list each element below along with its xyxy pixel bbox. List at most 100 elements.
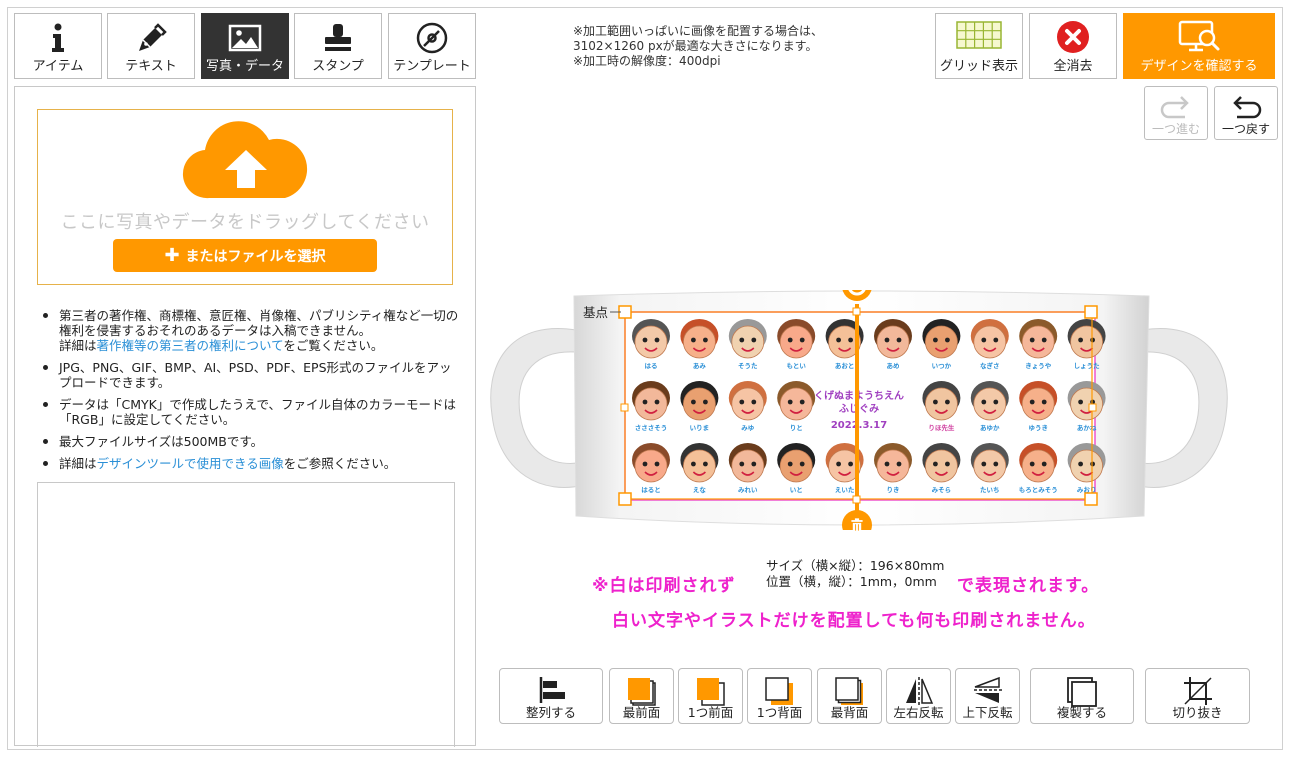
resize-handle-bottom[interactable] xyxy=(852,495,861,504)
warning-text: ※白は印刷されず xyxy=(592,576,736,596)
align-label: 整列する xyxy=(525,705,576,720)
placed-artwork[interactable]: はる あみ そうた もとい あおと あめ いつか なぎさ きょうや しょうたはると えな みれい いと え… xyxy=(624,311,1106,501)
upload-notes: 第三者の著作権、商標権、意匠権、肖像権、パブリシティ権など一切の権利を侵害するお… xyxy=(39,308,459,478)
clear-all-button[interactable]: 全消去 xyxy=(1029,13,1117,79)
info-icon xyxy=(52,23,64,52)
note-line: 3102×1260 pxが最適な大きさになります。 xyxy=(573,39,818,53)
child-name-label: あおと xyxy=(835,361,855,370)
position-readout: 位置（横，縦）：1mm，0mm xyxy=(766,574,937,589)
child-name-label: えな xyxy=(693,485,707,494)
child-name-label: もとい xyxy=(787,362,807,370)
note-text: 第三者の著作権、商標権、意匠権、肖像権、パブリシティ権など一切の権利を侵害するお… xyxy=(59,308,459,338)
flip-vertical-button[interactable]: 上下反転 xyxy=(955,668,1020,724)
tab-text[interactable]: テキスト xyxy=(107,13,195,79)
template-icon xyxy=(416,22,448,54)
resize-handle-right[interactable] xyxy=(1088,403,1097,412)
child-name-label: はる xyxy=(645,362,658,370)
copyright-link[interactable]: 著作権等の第三者の権利について xyxy=(97,338,284,353)
child-name-label: あめ xyxy=(887,361,901,370)
tab-photo-data[interactable]: 写真・データ xyxy=(201,13,289,79)
note-line: ※加工時の解像度：400dpi xyxy=(573,54,721,68)
child-name-label: いと xyxy=(790,486,803,494)
flip-vertical-label: 上下反転 xyxy=(962,705,1013,720)
child-name-label: みそら xyxy=(932,486,952,494)
upload-panel: ここに写真やデータをドラッグしてください ✚ またはファイルを選択 第三者の著作… xyxy=(14,86,476,747)
tab-photo-data-label: 写真・データ xyxy=(205,59,284,74)
align-button[interactable]: 整列する xyxy=(499,668,603,724)
grid-toggle-button[interactable]: グリッド表示 xyxy=(935,13,1023,79)
list-item: 詳細はデザインツールで使用できる画像をご参照ください。 xyxy=(39,456,459,471)
drop-zone[interactable]: ここに写真やデータをドラッグしてください ✚ またはファイルを選択 xyxy=(37,109,453,285)
undo-button[interactable]: 一つ戻す xyxy=(1214,86,1278,140)
design-canvas[interactable]: はる あみ そうた もとい あおと あめ いつか なぎさ きょうや しょうたはると えな みれい いと え… xyxy=(484,290,1234,530)
undo-label: 一つ戻す xyxy=(1221,122,1270,136)
note-text: をご覧ください。 xyxy=(283,338,384,353)
usable-images-link[interactable]: デザインツールで使用できる画像 xyxy=(97,456,284,471)
resize-handle-top-right[interactable] xyxy=(1084,305,1098,319)
monitor-search-icon xyxy=(1178,20,1220,52)
face-drawing: もろとみそう xyxy=(1019,443,1058,494)
select-file-button[interactable]: ✚ またはファイルを選択 xyxy=(113,239,377,272)
uploaded-images-list[interactable] xyxy=(37,482,455,747)
artwork-date: 2022.3.17 xyxy=(831,420,887,431)
note-line: ※加工範囲いっぱいに画像を配置する場合は、 xyxy=(573,24,824,38)
child-name-label: えいた xyxy=(835,485,855,494)
bring-forward-button[interactable]: 1つ前面 xyxy=(678,668,743,724)
child-name-label: ゆうき xyxy=(1028,423,1048,432)
mug-handle-left xyxy=(490,328,585,488)
grid-toggle-label: グリッド表示 xyxy=(939,59,1018,74)
child-name-label: そうた xyxy=(738,362,758,370)
child-name-label: いつか xyxy=(932,362,952,370)
child-name-label: りほ先生 xyxy=(928,423,955,432)
image-icon xyxy=(228,24,262,52)
bring-to-front-button[interactable]: 最前面 xyxy=(609,668,674,724)
cloud-upload-icon xyxy=(182,121,308,199)
list-item: JPG、PNG、GIF、BMP、AI、PSD、PDF、EPS形式のファイルをアッ… xyxy=(39,360,459,390)
tab-template[interactable]: テンプレート xyxy=(388,13,476,79)
note-text: 最大ファイルサイズは500MBです。 xyxy=(59,434,264,449)
note-text: 詳細は xyxy=(59,338,97,353)
white-text-warning: 白い文字やイラストだけを配置しても何も印刷されません。 xyxy=(612,606,1096,631)
plus-icon: ✚ xyxy=(164,245,180,266)
redo-button[interactable]: 一つ進む xyxy=(1144,86,1208,140)
close-circle-icon xyxy=(1057,21,1089,53)
trash-glyph-icon xyxy=(851,518,863,532)
tab-item[interactable]: アイテム xyxy=(14,13,102,79)
child-name-label: あゆか xyxy=(980,423,1000,432)
crop-label: 切り抜き xyxy=(1172,705,1223,720)
send-to-back-button[interactable]: 最背面 xyxy=(817,668,882,724)
send-backward-label: 1つ背面 xyxy=(756,705,803,720)
flip-horizontal-label: 左右反転 xyxy=(893,705,944,720)
resize-handle-top[interactable] xyxy=(852,307,861,316)
send-backward-button[interactable]: 1つ背面 xyxy=(747,668,812,724)
drop-zone-text: ここに写真やデータをドラッグしてください xyxy=(60,212,430,233)
resize-handle-bottom-left[interactable] xyxy=(618,492,632,506)
resize-handle-bottom-right[interactable] xyxy=(1084,492,1098,506)
duplicate-label: 複製する xyxy=(1056,705,1107,720)
tab-item-label: アイテム xyxy=(32,59,84,74)
child-name-label: はると xyxy=(641,486,661,494)
undo-icon xyxy=(1233,96,1262,119)
child-name-label: さささそう xyxy=(635,424,668,432)
child-name-label: あかね xyxy=(1077,423,1097,432)
list-item: データは「CMYK」で作成したうえで、ファイル自体のカラーモードは「RGB」に設… xyxy=(39,397,459,427)
note-text: JPG、PNG、GIF、BMP、AI、PSD、PDF、EPS形式のファイルをアッ… xyxy=(59,360,452,390)
redo-icon xyxy=(1160,96,1189,119)
child-name-label: りき xyxy=(887,485,900,494)
child-name-label: もろとみそう xyxy=(1019,486,1058,494)
confirm-design-button[interactable]: デザインを確認する xyxy=(1123,13,1275,79)
note-text: データは「CMYK」で作成したうえで、ファイル自体のカラーモードは「RGB」に設… xyxy=(59,397,456,427)
face-drawing: さささそう xyxy=(632,381,670,432)
crop-button[interactable]: 切り抜き xyxy=(1145,668,1250,724)
bring-to-front-label: 最前面 xyxy=(622,705,661,720)
flip-horizontal-button[interactable]: 左右反転 xyxy=(886,668,951,724)
duplicate-button[interactable]: 複製する xyxy=(1030,668,1134,724)
resize-handle-left[interactable] xyxy=(620,403,629,412)
tab-stamp-label: スタンプ xyxy=(312,59,364,74)
size-readout: サイズ（横×縦）：196×80mm xyxy=(766,558,945,573)
send-to-back-label: 最背面 xyxy=(830,705,869,720)
confirm-design-label: デザインを確認する xyxy=(1140,59,1258,74)
tab-text-label: テキスト xyxy=(125,59,177,74)
pen-icon xyxy=(139,23,167,51)
tab-stamp[interactable]: スタンプ xyxy=(294,13,382,79)
